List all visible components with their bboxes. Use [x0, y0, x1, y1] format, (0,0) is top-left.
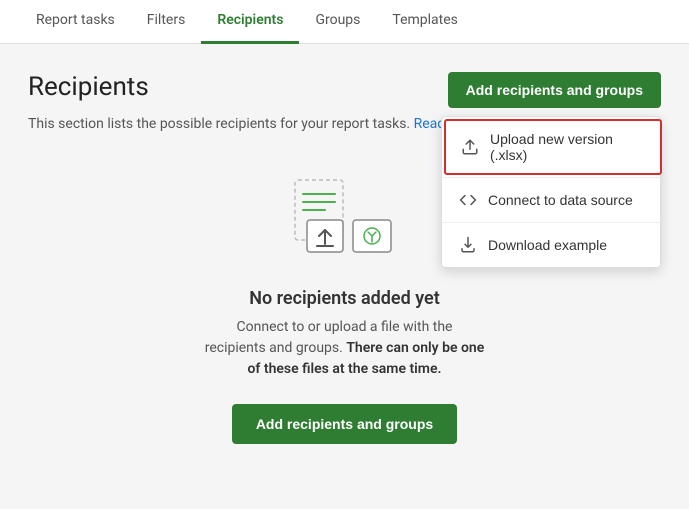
main-content: Recipients Add recipients and groups Upl…	[0, 44, 689, 509]
empty-title: No recipients added yet	[249, 288, 440, 309]
nav-bar: Report tasks Filters Recipients Groups T…	[0, 0, 689, 44]
download-example-button[interactable]: Download example	[442, 223, 660, 267]
description-text: This section lists the possible recipien…	[28, 116, 410, 132]
nav-recipients[interactable]: Recipients	[201, 0, 299, 44]
nav-templates[interactable]: Templates	[376, 0, 474, 44]
nav-groups[interactable]: Groups	[299, 0, 376, 44]
connect-datasource-button[interactable]: Connect to data source	[442, 178, 660, 222]
download-icon	[458, 235, 478, 255]
connect-label: Connect to data source	[488, 192, 633, 208]
header-right: Add recipients and groups Upload new ver…	[448, 72, 661, 108]
empty-add-button[interactable]: Add recipients and groups	[232, 404, 457, 444]
upload-label: Upload new version (.xlsx)	[490, 131, 646, 163]
nav-filters[interactable]: Filters	[131, 0, 202, 44]
download-label: Download example	[488, 237, 607, 253]
code-icon	[458, 190, 478, 210]
empty-illustration	[285, 172, 405, 272]
upload-icon	[460, 137, 480, 157]
empty-description: Connect to or upload a file with the rec…	[205, 317, 485, 380]
add-recipients-button[interactable]: Add recipients and groups	[448, 72, 661, 108]
page-title: Recipients	[28, 72, 149, 102]
page-header: Recipients Add recipients and groups Upl…	[28, 72, 661, 108]
upload-button[interactable]: Upload new version (.xlsx)	[444, 119, 662, 175]
nav-report-tasks[interactable]: Report tasks	[20, 0, 131, 44]
dropdown-menu: Upload new version (.xlsx) Connect to da…	[441, 116, 661, 268]
